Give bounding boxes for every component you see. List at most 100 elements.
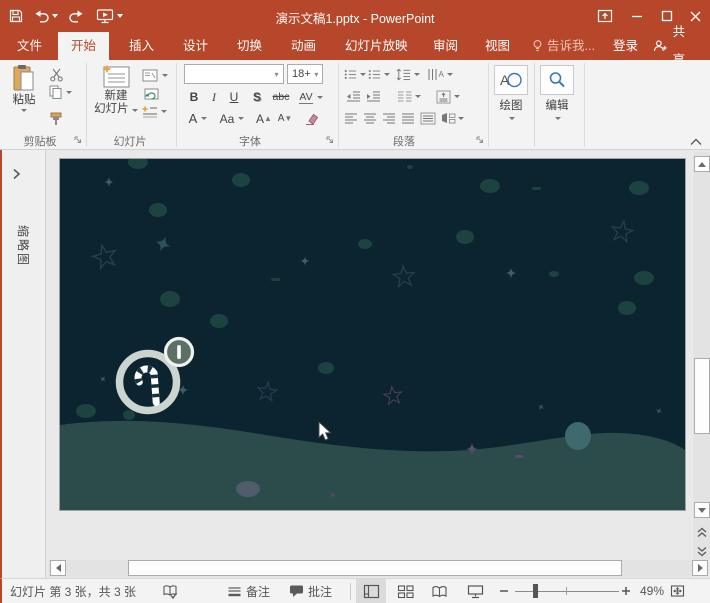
vertical-scrollbar[interactable] — [693, 152, 710, 560]
change-case-button[interactable]: Aa — [216, 110, 248, 127]
align-left-button[interactable] — [342, 111, 359, 126]
reset-slide-button[interactable] — [142, 86, 162, 101]
tab-review[interactable]: 审阅 — [420, 32, 471, 60]
slide-number-indicator[interactable]: 幻灯片 第 3 张，共 3 张 — [10, 579, 136, 603]
scroll-left-button[interactable] — [50, 560, 66, 576]
slide-editing-area[interactable] — [59, 158, 686, 511]
collapse-ribbon-button[interactable] — [688, 136, 704, 148]
previous-slide-button[interactable] — [694, 525, 710, 539]
tab-insert[interactable]: 插入 — [116, 32, 167, 60]
tell-me-box[interactable]: 告诉我... — [524, 32, 603, 60]
clipboard-dialog-launcher[interactable] — [72, 134, 84, 146]
bold-button[interactable]: B — [186, 89, 202, 105]
zoom-out-button[interactable] — [499, 579, 509, 603]
double-chevron-up-icon — [697, 527, 707, 538]
zoom-in-button[interactable] — [621, 579, 631, 603]
justify-button[interactable] — [399, 111, 416, 126]
scroll-right-button[interactable] — [692, 560, 708, 576]
cut-button[interactable] — [46, 67, 66, 83]
text-direction-button[interactable]: A — [426, 67, 454, 82]
minimize-button[interactable] — [622, 0, 652, 32]
zoom-slider-track[interactable] — [515, 591, 619, 592]
next-slide-button[interactable] — [694, 544, 710, 558]
comments-toggle[interactable]: 批注 — [289, 579, 332, 603]
tab-design[interactable]: 设计 — [170, 32, 221, 60]
tab-file[interactable]: 文件 — [4, 32, 55, 60]
align-right-button[interactable] — [380, 111, 397, 126]
normal-view-icon — [363, 584, 380, 599]
paste-icon — [12, 64, 36, 94]
drawing-icon: A — [499, 70, 523, 90]
tab-animations[interactable]: 动画 — [278, 32, 329, 60]
share-button[interactable]: 共享 — [640, 32, 710, 60]
decrease-indent-button[interactable] — [344, 89, 362, 104]
character-spacing-button[interactable]: AV — [296, 89, 326, 105]
vertical-scroll-thumb[interactable] — [694, 358, 710, 434]
layout-icon — [142, 69, 158, 82]
comments-icon — [289, 584, 304, 598]
slide-canvas[interactable] — [60, 159, 685, 510]
slideshow-view-button[interactable] — [460, 579, 490, 603]
clipboard-group-label: 剪贴板 — [8, 133, 72, 149]
copy-button[interactable] — [44, 84, 76, 100]
slide-sorter-button[interactable] — [390, 579, 420, 603]
thumbnail-pane[interactable]: 缩略图 — [2, 150, 46, 578]
copy-icon — [49, 85, 62, 99]
underline-button[interactable]: U — [226, 89, 242, 105]
fit-slide-button[interactable] — [670, 579, 685, 603]
font-name-combobox[interactable]: ▾ — [184, 64, 284, 84]
format-painter-button[interactable] — [46, 111, 66, 127]
font-size-combobox[interactable]: 18+▾ — [287, 64, 323, 84]
zoom-level-button[interactable]: 49% — [640, 579, 664, 603]
convert-smartart-button[interactable] — [439, 111, 465, 126]
numbering-button[interactable] — [368, 67, 390, 82]
section-button[interactable] — [138, 104, 170, 119]
grow-font-button[interactable]: A▲ — [255, 110, 273, 127]
distribute-text-button[interactable] — [418, 111, 437, 126]
start-from-slide-button[interactable] — [92, 6, 126, 26]
align-center-button[interactable] — [361, 111, 378, 126]
paste-button[interactable]: 粘贴 — [6, 64, 42, 112]
numbering-icon — [368, 68, 381, 81]
font-dialog-launcher[interactable] — [324, 134, 336, 146]
clear-formatting-button[interactable] — [302, 110, 320, 127]
columns-button[interactable] — [396, 89, 422, 104]
ribbon-display-options-button[interactable] — [590, 0, 620, 32]
editing-button[interactable] — [540, 65, 574, 95]
zoom-slider-center-tick — [566, 587, 567, 595]
font-color-button[interactable]: A — [185, 110, 211, 127]
spell-check-button[interactable] — [162, 579, 178, 603]
new-slide-button[interactable]: 新建 幻灯片 — [94, 64, 138, 116]
drawing-dropdown[interactable] — [508, 114, 516, 122]
scroll-up-button[interactable] — [694, 156, 710, 172]
bullets-button[interactable] — [344, 67, 366, 82]
shrink-font-button[interactable]: A▼ — [276, 110, 294, 127]
drawing-button[interactable]: A — [494, 65, 528, 95]
horizontal-scroll-thumb[interactable] — [128, 560, 622, 576]
line-spacing-button[interactable] — [396, 67, 420, 82]
expand-pane-icon[interactable] — [12, 168, 21, 180]
layout-button[interactable] — [140, 68, 170, 83]
columns-icon — [397, 90, 412, 103]
scroll-down-button[interactable] — [694, 502, 710, 518]
italic-button[interactable]: I — [206, 89, 222, 105]
tab-transitions[interactable]: 切换 — [224, 32, 275, 60]
text-shadow-button[interactable]: S — [249, 89, 265, 105]
strikethrough-button[interactable]: abc — [270, 89, 292, 105]
zoom-slider-thumb[interactable] — [533, 584, 538, 598]
normal-view-button[interactable] — [356, 579, 386, 603]
tab-home[interactable]: 开始 — [58, 32, 109, 60]
ribbon-tab-row: 文件 开始 插入 设计 切换 动画 幻灯片放映 审阅 视图 告诉我... 登录 … — [0, 32, 710, 60]
reading-view-button[interactable] — [424, 579, 454, 603]
undo-button[interactable] — [32, 6, 60, 26]
align-text-button[interactable] — [434, 89, 462, 104]
save-button[interactable] — [6, 6, 26, 26]
svg-text:A: A — [439, 70, 445, 79]
increase-indent-button[interactable] — [364, 89, 382, 104]
redo-button[interactable] — [66, 6, 86, 26]
paragraph-dialog-launcher[interactable] — [474, 134, 486, 146]
tab-slideshow[interactable]: 幻灯片放映 — [332, 32, 421, 60]
notes-toggle[interactable]: 备注 — [227, 579, 270, 603]
tab-view[interactable]: 视图 — [472, 32, 523, 60]
editing-dropdown[interactable] — [554, 114, 562, 122]
